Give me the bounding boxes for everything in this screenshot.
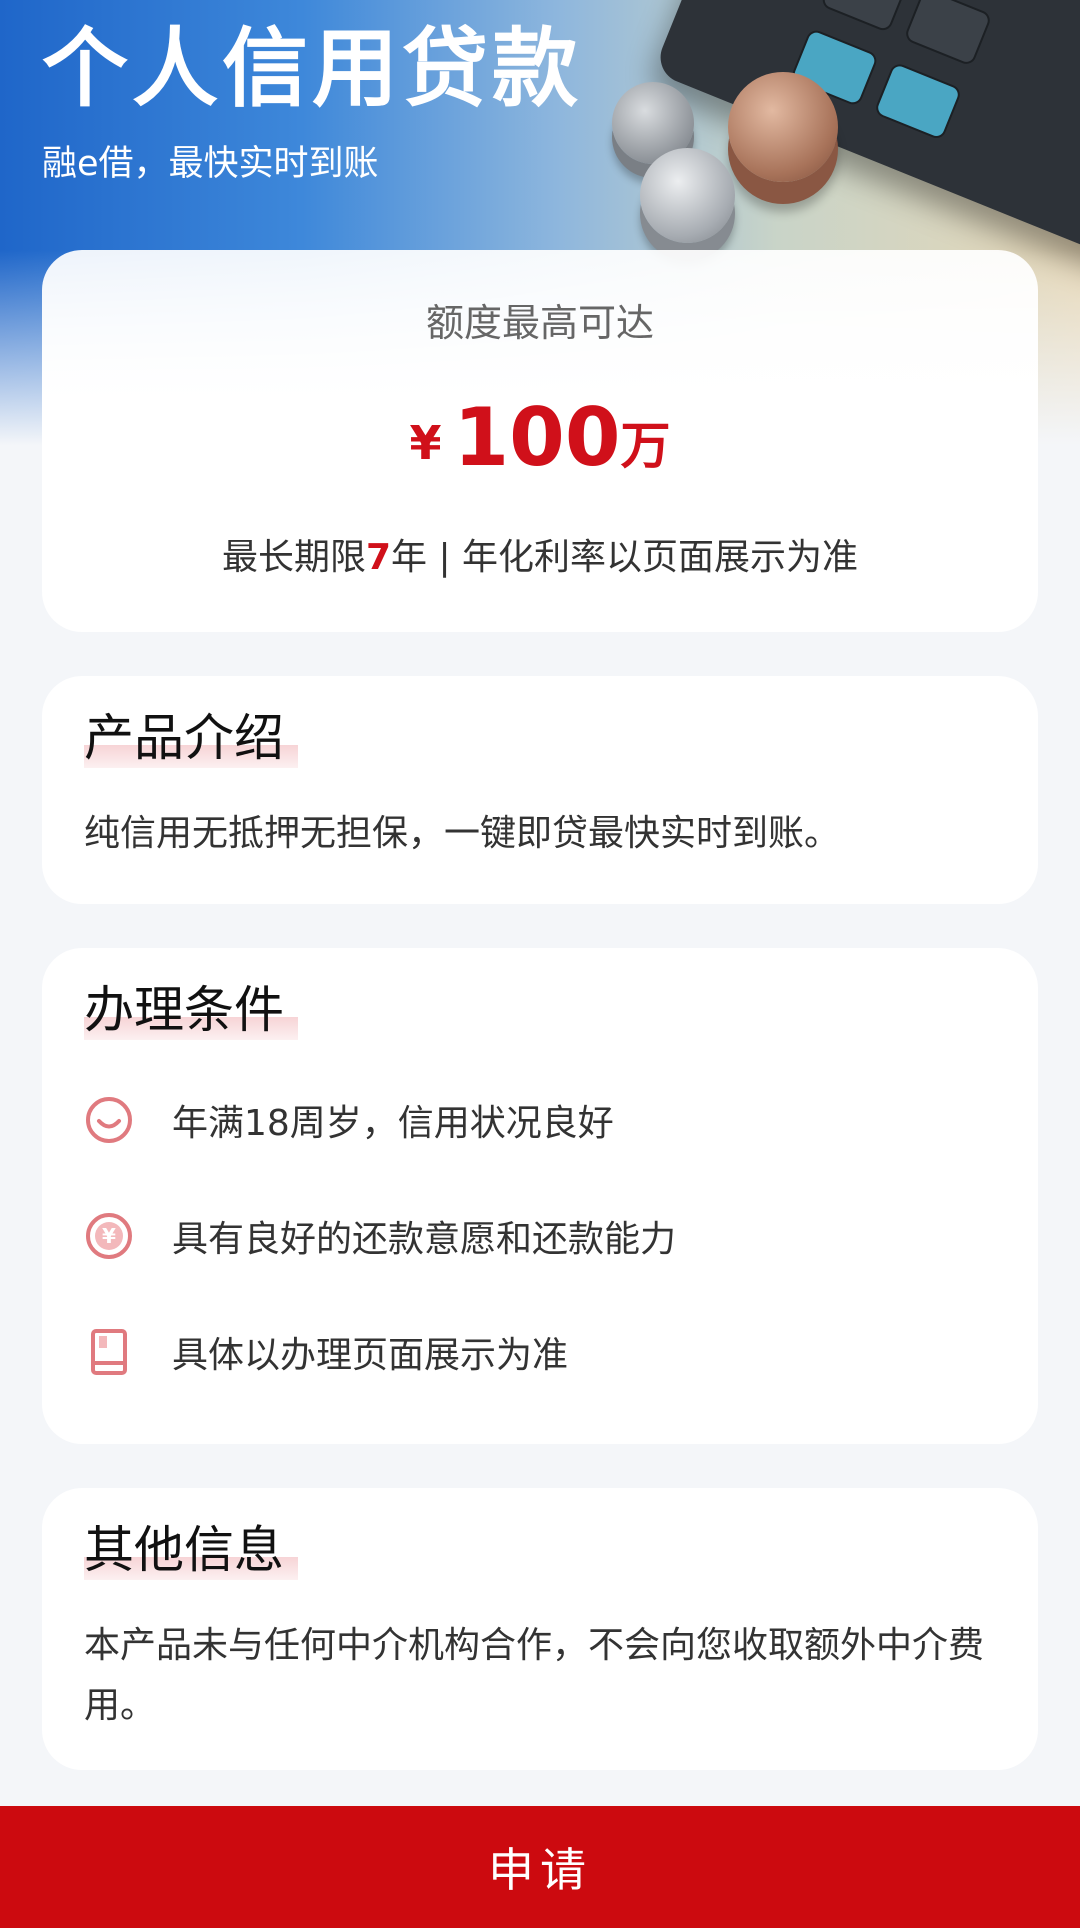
page-subtitle: 融e借，最快实时到账 [42, 144, 379, 184]
term-suffix: 年 | 年化利率以页面展示为准 [391, 537, 859, 578]
product-intro-card: 产品介绍 纯信用无抵押无担保，一键即贷最快实时到账。 [42, 676, 1038, 904]
condition-text: 年满18周岁，信用状况良好 [172, 1103, 614, 1144]
calculator-key [903, 0, 993, 67]
coin-image [728, 72, 838, 182]
page-title: 个人信用贷款 [42, 19, 582, 119]
smile-icon [84, 1095, 134, 1145]
limit-amount: ¥100万 [42, 398, 1038, 478]
apply-button[interactable]: 申请 [0, 1806, 1080, 1928]
condition-item: ¥ 具有良好的还款意愿和还款能力 [84, 1206, 676, 1266]
svg-text:¥: ¥ [102, 1224, 116, 1248]
limit-term: 最长期限7年 | 年化利率以页面展示为准 [42, 528, 1038, 580]
condition-item: 具体以办理页面展示为准 [84, 1322, 568, 1382]
condition-text: 具体以办理页面展示为准 [172, 1335, 569, 1376]
calculator-key [819, 0, 910, 34]
conditions-title: 办理条件 [84, 980, 298, 1040]
other-info-title: 其他信息 [84, 1520, 298, 1580]
other-info-text: 本产品未与任何中介机构合作，不会向您收取额外中介费用。 [84, 1625, 985, 1726]
product-intro-text: 纯信用无抵押无担保，一键即贷最快实时到账。 [84, 813, 841, 854]
term-years: 7 [365, 537, 392, 578]
currency-symbol: ¥ [409, 416, 442, 470]
limit-amount-value: 100 [453, 391, 621, 484]
credit-limit-card: 额度最高可达 ¥100万 最长期限7年 | 年化利率以页面展示为准 [42, 250, 1038, 632]
limit-label: 额度最高可达 [425, 301, 654, 345]
book-icon [84, 1327, 134, 1377]
term-prefix: 最长期限 [221, 537, 366, 578]
other-info-card: 其他信息 本产品未与任何中介机构合作，不会向您收取额外中介费用。 [42, 1488, 1038, 1770]
coin-image [640, 148, 735, 243]
conditions-card: 办理条件 年满18周岁，信用状况良好 ¥ 具有良好的还款意愿和还款能力 具体以办… [42, 948, 1038, 1444]
calculator-key [873, 61, 963, 142]
product-intro-title: 产品介绍 [84, 708, 298, 768]
limit-amount-unit: 万 [620, 417, 671, 475]
condition-text: 具有良好的还款意愿和还款能力 [172, 1219, 677, 1260]
yen-coin-icon: ¥ [84, 1211, 134, 1261]
condition-item: 年满18周岁，信用状况良好 [84, 1090, 614, 1150]
